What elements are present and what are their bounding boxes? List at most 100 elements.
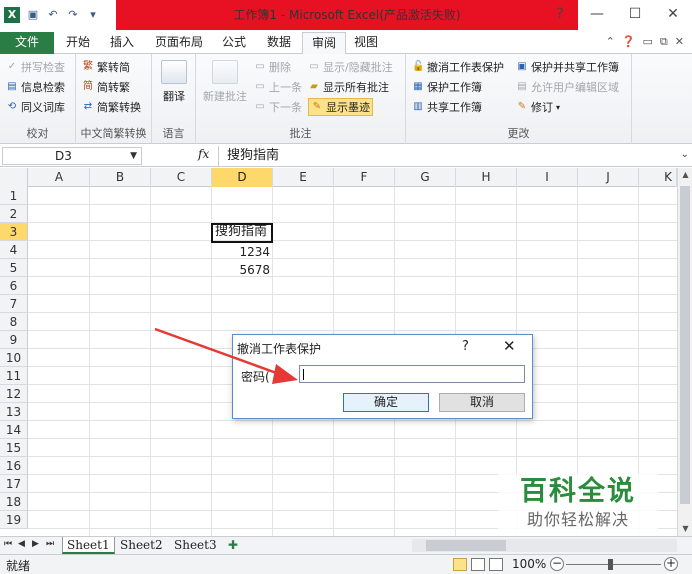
sheet-tab-3[interactable]: Sheet3 — [170, 537, 221, 554]
ok-button[interactable]: 确定 — [343, 393, 429, 412]
tab-data[interactable]: 数据 — [258, 32, 300, 54]
research-button[interactable]: ▤ 信息检索 — [6, 79, 65, 95]
tab-formulas[interactable]: 公式 — [213, 32, 255, 54]
column-header-b[interactable]: B — [90, 168, 151, 187]
scroll-down-icon[interactable]: ▼ — [678, 522, 692, 536]
column-header-d[interactable]: D — [212, 168, 273, 187]
horizontal-scrollbar[interactable] — [412, 539, 677, 552]
row-header-15[interactable]: 15 — [0, 439, 28, 457]
column-header-e[interactable]: E — [273, 168, 334, 187]
tab-file[interactable]: 文件 — [0, 32, 54, 54]
cell-d4[interactable]: 1234 — [212, 243, 273, 261]
close-button[interactable]: ✕ — [654, 0, 692, 30]
protect-workbook-button[interactable]: ▦ 保护工作簿 — [412, 79, 482, 95]
column-header-j[interactable]: J — [578, 168, 639, 187]
vertical-scroll-thumb[interactable] — [680, 186, 690, 504]
page-break-view-button[interactable] — [489, 558, 503, 571]
chinese-convert-button[interactable]: ⇄ 简繁转换 — [82, 99, 141, 115]
to-simplified-button[interactable]: 繁繁转简 — [82, 59, 130, 75]
column-header-g[interactable]: G — [395, 168, 456, 187]
tab-review[interactable]: 审阅 — [302, 32, 347, 55]
row-header-16[interactable]: 16 — [0, 457, 28, 475]
row-header-2[interactable]: 2 — [0, 205, 28, 223]
insert-sheet-icon[interactable]: ✚ — [224, 537, 242, 554]
zoom-slider-knob[interactable] — [608, 559, 613, 570]
sheet-tab-1[interactable]: Sheet1 — [62, 537, 115, 554]
password-input[interactable] — [299, 365, 525, 383]
protect-share-button[interactable]: ▣ 保护并共享工作簿 — [516, 59, 619, 75]
scroll-up-icon[interactable]: ▲ — [678, 168, 692, 182]
undo-icon[interactable]: ↶ — [46, 8, 60, 22]
prev-comment-button[interactable]: ▭ 上一条 — [254, 79, 302, 95]
row-header-3[interactable]: 3 — [0, 223, 28, 241]
customize-qat-icon[interactable]: ▾ — [86, 8, 100, 22]
normal-view-button[interactable] — [453, 558, 467, 571]
redo-icon[interactable]: ↷ — [66, 8, 80, 22]
column-header-f[interactable]: F — [334, 168, 395, 187]
sheet-tab-2[interactable]: Sheet2 — [116, 537, 167, 554]
row-header-11[interactable]: 11 — [0, 367, 28, 385]
excel-icon[interactable]: X — [4, 7, 20, 23]
column-header-i[interactable]: I — [517, 168, 578, 187]
tab-insert[interactable]: 插入 — [101, 32, 143, 54]
cancel-button[interactable]: 取消 — [439, 393, 525, 412]
insert-function-icon[interactable]: fx — [198, 147, 209, 161]
column-header-a[interactable]: A — [29, 168, 90, 187]
doc-minimize-icon[interactable]: ▭ — [643, 35, 653, 49]
row-header-8[interactable]: 8 — [0, 313, 28, 331]
name-box[interactable]: D3 ▼ — [2, 147, 142, 165]
show-all-comments-button[interactable]: ▰ 显示所有批注 — [308, 79, 389, 95]
track-changes-button[interactable]: ✎ 修订 ▾ — [516, 99, 560, 115]
select-all-corner[interactable] — [0, 168, 28, 187]
delete-comment-button[interactable]: ▭ 删除 — [254, 59, 291, 75]
column-header-h[interactable]: H — [456, 168, 517, 187]
last-sheet-icon[interactable]: ⏭ — [46, 539, 54, 549]
row-header-17[interactable]: 17 — [0, 475, 28, 493]
row-header-9[interactable]: 9 — [0, 331, 28, 349]
allow-edit-ranges-button[interactable]: ▤ 允许用户编辑区域 — [516, 79, 619, 95]
horizontal-scroll-thumb[interactable] — [426, 540, 506, 551]
minimize-button[interactable]: — — [578, 0, 616, 30]
to-traditional-button[interactable]: 简简转繁 — [82, 79, 130, 95]
cell-d3[interactable]: 搜狗指南 — [211, 223, 273, 243]
tab-view[interactable]: 视图 — [345, 32, 387, 54]
column-header-k[interactable]: K — [639, 168, 677, 187]
expand-formula-bar-icon[interactable]: ⌄ — [681, 149, 689, 160]
thesaurus-button[interactable]: ⟲ 同义词库 — [6, 99, 65, 115]
zoom-slider[interactable] — [566, 564, 661, 565]
collapse-ribbon-icon[interactable]: ⌃ — [606, 35, 615, 49]
formula-input[interactable]: 搜狗指南 — [218, 146, 678, 166]
row-header-10[interactable]: 10 — [0, 349, 28, 367]
chevron-down-icon[interactable]: ▼ — [130, 148, 137, 164]
row-header-12[interactable]: 12 — [0, 385, 28, 403]
column-header-c[interactable]: C — [151, 168, 212, 187]
doc-close-icon[interactable]: ✕ — [675, 35, 684, 49]
row-header-6[interactable]: 6 — [0, 277, 28, 295]
unprotect-sheet-button[interactable]: 🔓 撤消工作表保护 — [412, 59, 504, 75]
zoom-level[interactable]: 100% — [512, 557, 546, 571]
help-circle-icon[interactable]: ❓ — [622, 35, 636, 49]
row-header-7[interactable]: 7 — [0, 295, 28, 313]
dialog-close-button[interactable]: ✕ — [503, 337, 516, 355]
cell-d5[interactable]: 5678 — [212, 261, 273, 279]
translate-button[interactable]: 翻译 — [158, 60, 190, 104]
next-comment-button[interactable]: ▭ 下一条 — [254, 99, 302, 115]
spell-check-button[interactable]: ✓ 拼写检查 — [6, 59, 65, 75]
row-header-19[interactable]: 19 — [0, 511, 28, 529]
tab-home[interactable]: 开始 — [57, 32, 99, 54]
maximize-button[interactable]: ☐ — [616, 0, 654, 30]
row-header-4[interactable]: 4 — [0, 241, 28, 259]
row-header-14[interactable]: 14 — [0, 421, 28, 439]
prev-sheet-icon[interactable]: ◀ — [18, 539, 25, 549]
doc-restore-icon[interactable]: ⧉ — [660, 35, 668, 49]
new-comment-button[interactable]: 新建批注 — [200, 60, 250, 104]
first-sheet-icon[interactable]: ⏮ — [4, 539, 12, 549]
show-hide-comment-button[interactable]: ▭ 显示/隐藏批注 — [308, 59, 392, 75]
zoom-out-button[interactable]: − — [550, 557, 564, 571]
row-header-5[interactable]: 5 — [0, 259, 28, 277]
tab-page-layout[interactable]: 页面布局 — [146, 32, 212, 54]
show-ink-button[interactable]: ✎ 显示墨迹 — [308, 98, 373, 116]
share-workbook-button[interactable]: ▥ 共享工作簿 — [412, 99, 482, 115]
next-sheet-icon[interactable]: ▶ — [32, 539, 39, 549]
dialog-help-button[interactable]: ? — [462, 339, 469, 354]
